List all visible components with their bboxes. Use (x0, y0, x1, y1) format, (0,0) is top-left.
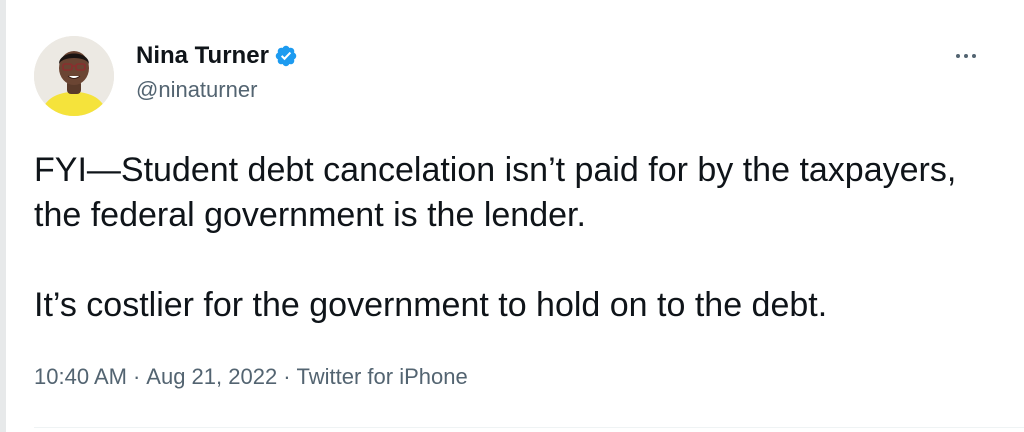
author-names: Nina Turner @ninaturner (136, 41, 298, 105)
name-row: Nina Turner (136, 41, 298, 71)
tweet-text: FYI—Student debt cancelation isn’t paid … (34, 148, 994, 328)
tweet-card: Nina Turner @ninaturner FYI—Student debt… (0, 0, 1024, 432)
author-display-name[interactable]: Nina Turner (136, 41, 269, 71)
avatar-photo-icon (34, 36, 114, 116)
meta-separator: · (283, 364, 291, 389)
tweet-paragraph: It’s costlier for the government to hold… (34, 286, 828, 324)
divider (34, 427, 1024, 428)
tweet-date: Aug 21, 2022 (146, 364, 278, 389)
tweet-meta: 10:40 AM · Aug 21, 2022 · Twitter for iPhone (34, 362, 468, 392)
author-handle[interactable]: @ninaturner (136, 75, 298, 105)
more-dot (964, 54, 968, 58)
meta-separator: · (132, 364, 141, 389)
tweet-source-link[interactable]: Twitter for iPhone (297, 364, 468, 389)
more-dot (956, 54, 960, 58)
tweet-time: 10:40 AM (34, 364, 127, 389)
tweet-paragraph: FYI—Student debt cancelation isn’t paid … (34, 151, 957, 234)
verified-badge-icon (274, 44, 298, 68)
more-dot (972, 54, 976, 58)
more-options-icon[interactable] (948, 44, 984, 68)
tweet-header: Nina Turner @ninaturner (34, 36, 298, 116)
avatar[interactable] (34, 36, 114, 116)
tweet-time-link[interactable]: 10:40 AM · Aug 21, 2022 (34, 364, 277, 389)
